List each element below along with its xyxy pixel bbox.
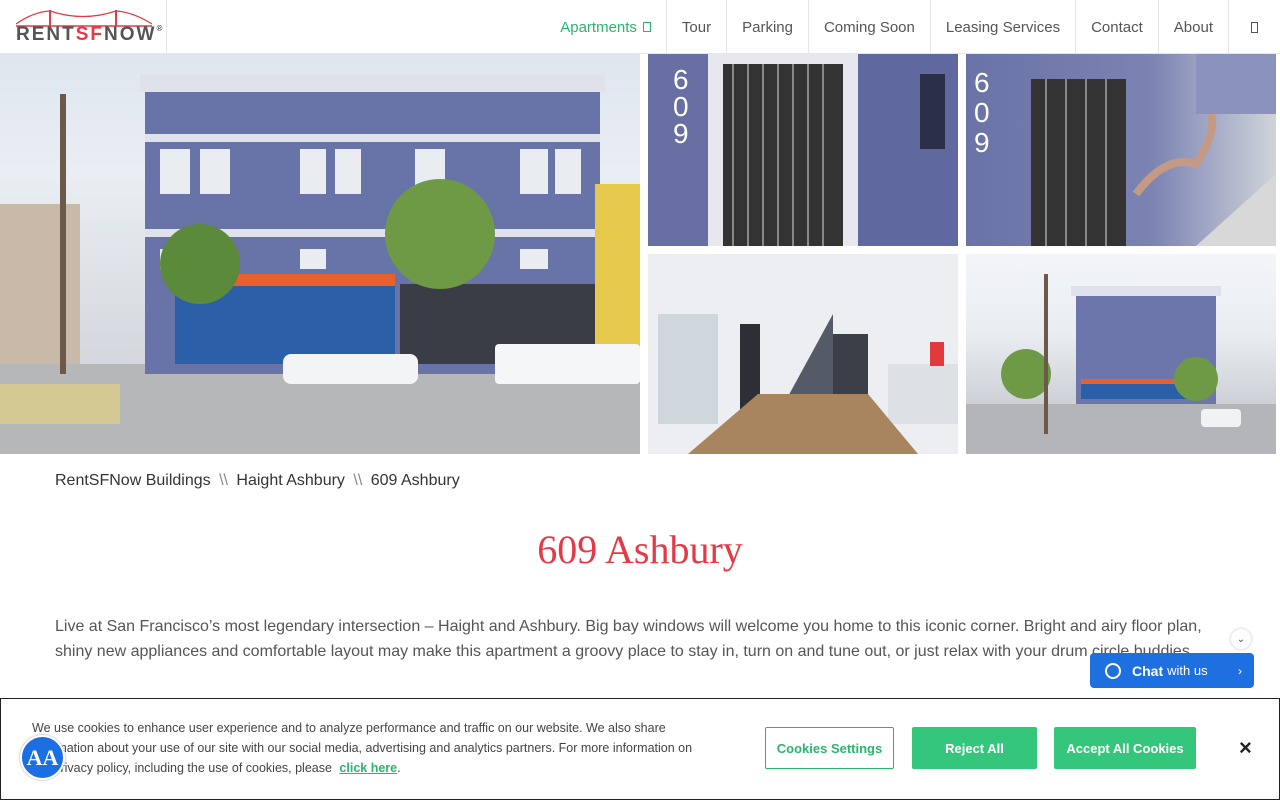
reject-all-button[interactable]: Reject All (912, 727, 1037, 769)
page-title: 609 Ashbury (537, 527, 743, 572)
cookie-message-period: . (397, 761, 401, 775)
cookie-banner: We use cookies to enhance user experienc… (0, 698, 1280, 800)
search-button[interactable] (1228, 0, 1280, 54)
accept-all-cookies-button[interactable]: Accept All Cookies (1054, 727, 1196, 769)
chat-label-rest: with us (1167, 663, 1208, 678)
hallway-stairs-photo[interactable] (648, 254, 958, 454)
mural-number-9: 9 (974, 127, 990, 158)
entrance-gate-illustration: 6 0 9 (673, 54, 958, 246)
street-corner-illustration (966, 274, 1276, 454)
cookie-message: We use cookies to enhance user experienc… (32, 718, 712, 778)
building-exterior-illustration (0, 74, 640, 454)
chat-label-bold: Chat (1132, 662, 1164, 679)
mural-number-6: 6 (974, 67, 990, 98)
logo[interactable]: RENTSFNOW® (0, 0, 167, 54)
breadcrumb: RentSFNow Buildings \\ Haight Ashbury \\… (55, 472, 460, 490)
cookies-settings-button[interactable]: Cookies Settings (765, 727, 894, 769)
nav-item-coming-soon[interactable]: Coming Soon (807, 0, 930, 54)
street-corner-photo[interactable] (966, 254, 1276, 454)
chat-widget-button[interactable]: Chat with us › (1090, 653, 1254, 688)
site-header: RENTSFNOW® Apartments Tour Parking Comin… (0, 0, 1280, 54)
hallway-stairs-illustration (648, 254, 958, 454)
chat-icon (1105, 662, 1121, 679)
nav-item-tour[interactable]: Tour (665, 0, 726, 54)
breadcrumb-link-haight-ashbury[interactable]: Haight Ashbury (236, 472, 345, 489)
nav-item-about[interactable]: About (1157, 0, 1228, 54)
logo-text: RENTSFNOW® (16, 24, 163, 45)
chat-minimize-button[interactable]: ⌄ (1231, 629, 1251, 649)
cookie-policy-link[interactable]: click here (339, 761, 397, 775)
nav-item-apartments[interactable]: Apartments (545, 0, 666, 54)
chevron-down-icon: ⌄ (1236, 633, 1246, 645)
main-nav: Apartments Tour Parking Coming Soon Leas… (545, 0, 1280, 54)
mural-number-0: 0 (974, 97, 990, 128)
chevron-down-icon (642, 22, 651, 32)
entrance-mural-illustration: 6 0 9 (974, 54, 1276, 246)
breadcrumb-separator: \\ (353, 472, 363, 489)
breadcrumb-link-buildings[interactable]: RentSFNow Buildings (55, 472, 211, 489)
breadcrumb-current: 609 Ashbury (370, 472, 460, 489)
photo-gallery: 6 0 9 6 0 9 (0, 54, 1280, 454)
entrance-mural-photo[interactable]: 6 0 9 (966, 54, 1276, 246)
building-number-9: 9 (673, 118, 689, 149)
nav-item-leasing-services[interactable]: Leasing Services (929, 0, 1075, 54)
close-icon[interactable]: × (1239, 735, 1252, 761)
chevron-right-icon: › (1238, 663, 1242, 678)
breadcrumb-separator: \\ (219, 472, 228, 489)
search-icon (1251, 21, 1258, 33)
entrance-gate-photo[interactable]: 6 0 9 (648, 54, 958, 246)
building-exterior-photo[interactable] (0, 54, 640, 454)
accessibility-button[interactable]: AA (20, 735, 65, 780)
nav-item-contact[interactable]: Contact (1075, 0, 1158, 54)
nav-item-parking[interactable]: Parking (726, 0, 808, 54)
property-description: Live at San Francisco’s most legendary i… (55, 618, 1202, 660)
